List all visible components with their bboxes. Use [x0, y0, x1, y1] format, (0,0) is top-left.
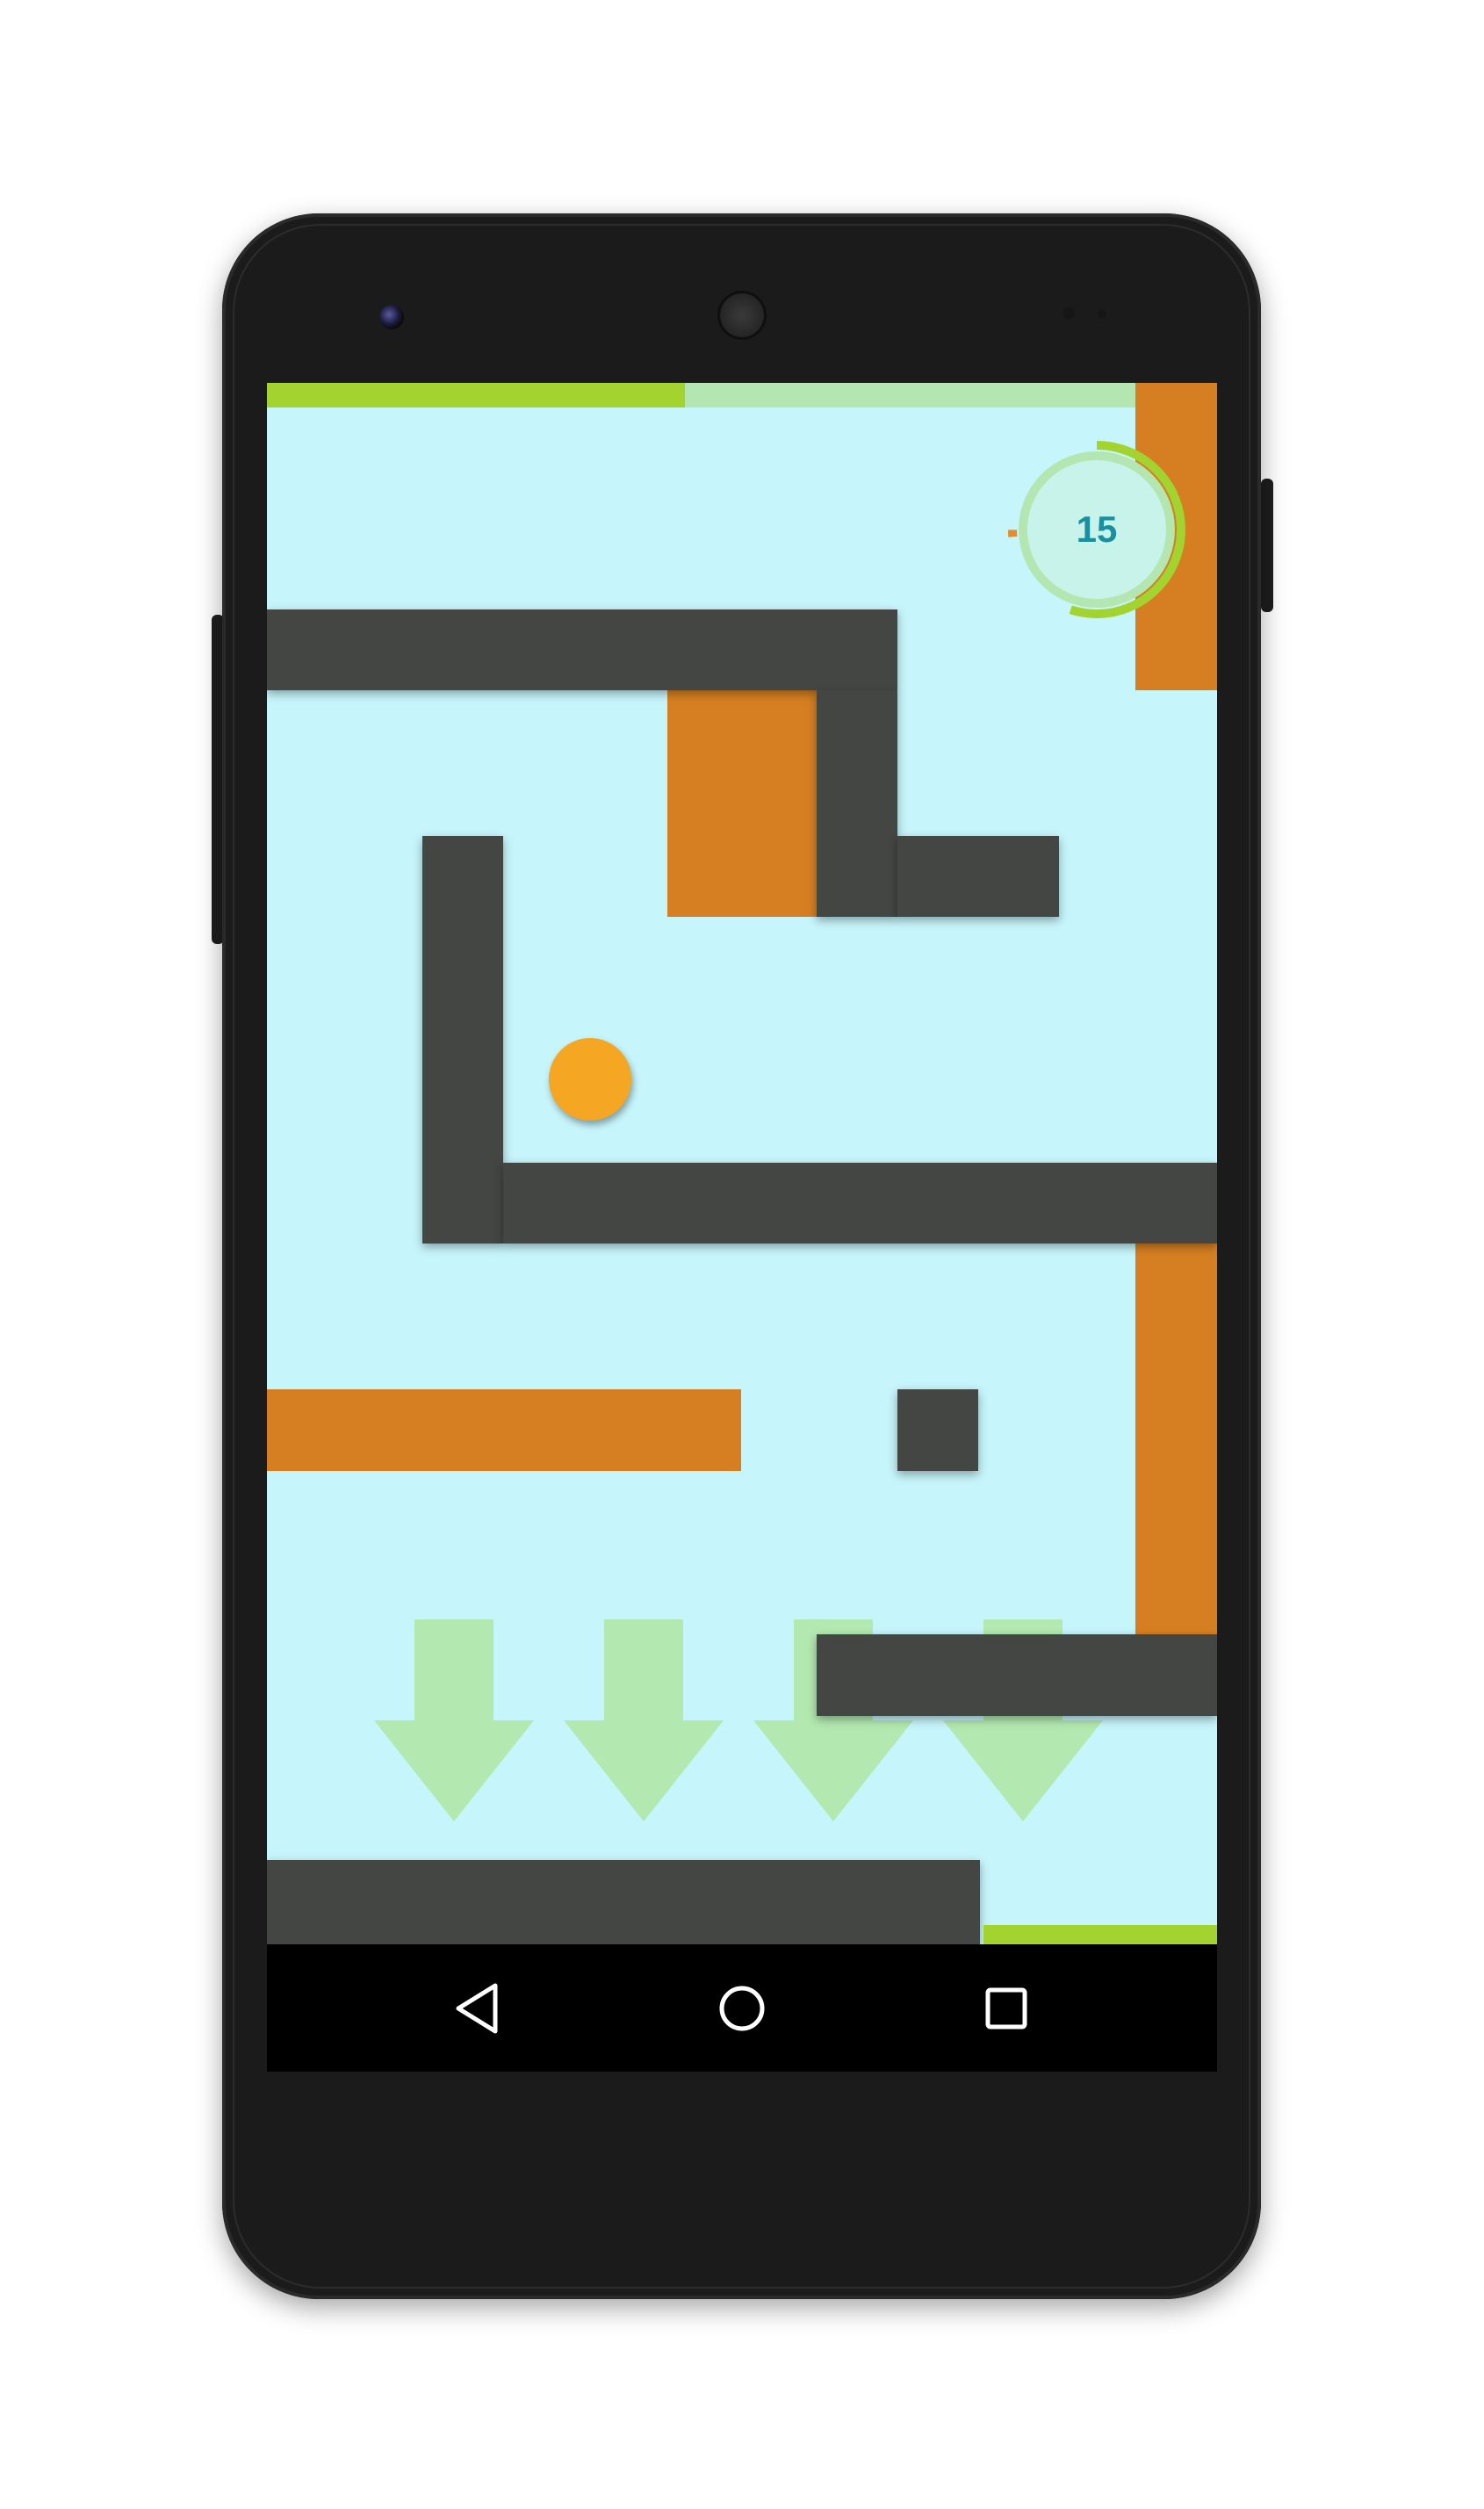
wall-bottom — [267, 1860, 980, 1944]
gravity-arrow-down-icon — [374, 1619, 534, 1821]
front-camera-icon — [379, 305, 404, 329]
back-triangle-icon[interactable] — [444, 1975, 511, 2042]
wall-left-vertical — [422, 836, 503, 1244]
wall-lower-right — [817, 1634, 1217, 1716]
orange-block-left — [267, 1389, 741, 1471]
earpiece-speaker-icon — [717, 291, 767, 340]
gravity-arrow-down-icon — [564, 1619, 724, 1821]
wall-top-stub — [897, 836, 1059, 917]
orange-block-right — [1135, 1244, 1217, 1634]
timer-value: 15 — [1076, 508, 1118, 550]
wall-top — [267, 609, 897, 690]
countdown-timer: 15 — [1005, 437, 1189, 622]
wall-middle — [503, 1163, 1217, 1244]
level-progress-track — [267, 383, 1217, 407]
level-progress-fill — [267, 383, 686, 407]
proximity-sensor-icon — [1063, 307, 1075, 320]
game-board[interactable]: 15 — [267, 383, 1217, 1944]
wall-small-square — [897, 1389, 978, 1471]
light-sensor-icon — [1098, 309, 1106, 318]
power-button[interactable] — [1261, 479, 1273, 612]
wall-top-vertical — [817, 690, 897, 917]
phone-screen: 15 — [267, 383, 1217, 2072]
navigation-bar — [267, 1944, 1217, 2072]
recents-square-icon[interactable] — [973, 1975, 1040, 2042]
goal-strip — [983, 1925, 1217, 1944]
orange-block-center — [667, 690, 817, 917]
player-ball[interactable] — [549, 1038, 631, 1121]
home-circle-icon[interactable] — [709, 1975, 775, 2042]
